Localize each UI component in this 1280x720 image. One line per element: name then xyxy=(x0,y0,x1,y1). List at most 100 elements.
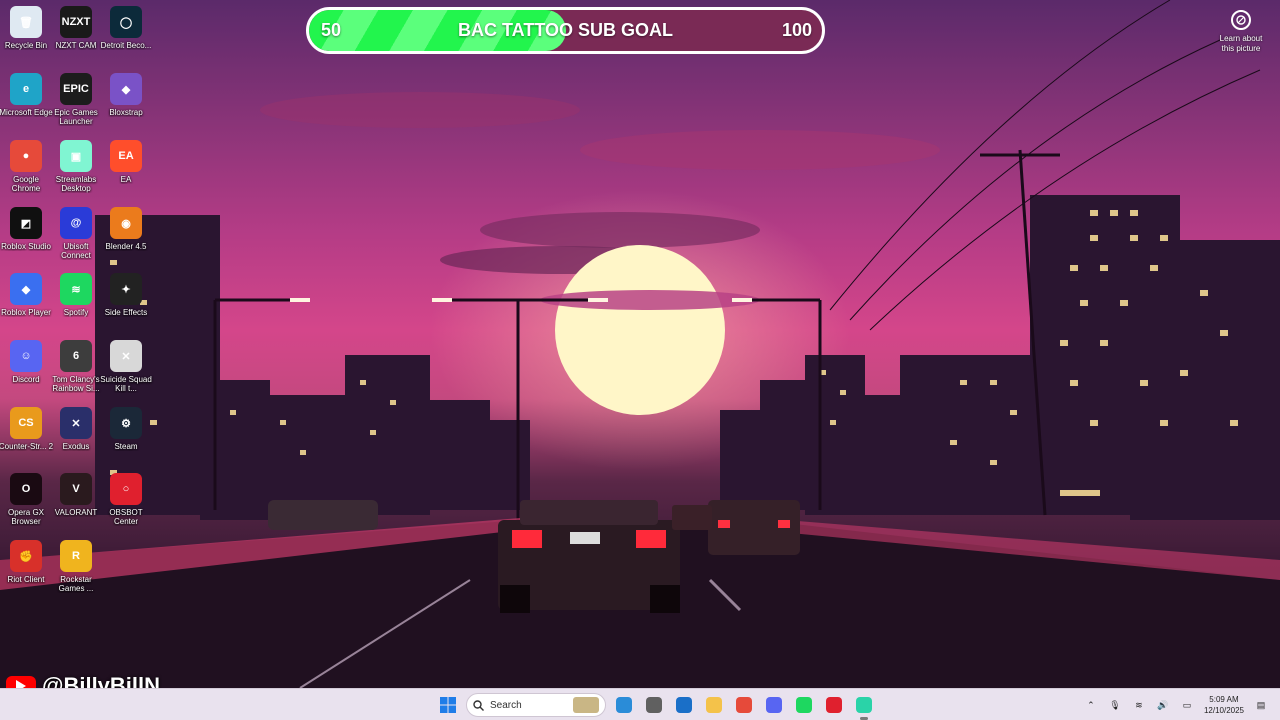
desktop-icon-spotify[interactable]: ≋ Spotify xyxy=(50,269,102,333)
recycle-bin-icon: 🗑 xyxy=(10,6,42,38)
clock-time: 5:09 AM xyxy=(1209,695,1239,704)
desktop-icon-discord[interactable]: ☺ Discord xyxy=(0,336,52,400)
desktop-icon-nzxt-cam[interactable]: NZXT NZXT CAM xyxy=(50,2,102,66)
desktop-icon-steam[interactable]: ⚙ Steam xyxy=(100,403,152,467)
desktop-icon-rainbow-six[interactable]: 6 Tom Clancy's Rainbow Si... xyxy=(50,336,102,400)
opera-icon xyxy=(826,697,842,713)
clock[interactable]: 5:09 AM 12/10/2025 xyxy=(1204,694,1244,716)
desktop-icon-opera-gx[interactable]: O Opera GX Browser xyxy=(0,469,52,533)
desktop-icon-label: Side Effects xyxy=(104,308,148,317)
chevron-up-icon[interactable]: ⌃ xyxy=(1084,698,1098,712)
desktop-icon-side-effects[interactable]: ✦ Side Effects xyxy=(100,269,152,333)
desktop-icon-counter-strike[interactable]: CS Counter-Str... 2 xyxy=(0,403,54,467)
taskbar-chrome[interactable] xyxy=(732,693,756,717)
search-placeholder: Search xyxy=(490,699,522,711)
desktop-icon-ubisoft[interactable]: @ Ubisoft Connect xyxy=(50,203,102,267)
desktop-icon-label: Streamlabs Desktop xyxy=(55,175,97,193)
discord-icon: ☺ xyxy=(10,340,42,372)
taskbar-mouse-app[interactable] xyxy=(642,693,666,717)
desktop-icon-label: Roblox Player xyxy=(1,308,51,317)
taskbar-photos[interactable] xyxy=(672,693,696,717)
desktop-icon-rockstar[interactable]: R Rockstar Games ... xyxy=(50,536,102,600)
detroit-icon: ◯ xyxy=(110,6,142,38)
microphone-icon[interactable]: 🎙 xyxy=(1108,698,1122,712)
desktop-icon-bloxstrap[interactable]: ◆ Bloxstrap xyxy=(100,69,152,133)
epic-games-icon: EPIC xyxy=(60,73,92,105)
desktop-icon-obsbot[interactable]: ○ OBSBOT Center xyxy=(100,469,152,533)
desktop-icon-label: OBSBOT Center xyxy=(109,508,143,526)
desktop-icon-label: Recycle Bin xyxy=(4,41,48,50)
desktop-icon-google-chrome[interactable]: ● Google Chrome xyxy=(0,136,52,200)
taskbar-file-explorer[interactable] xyxy=(612,693,636,717)
desktop-icon-label: Spotify xyxy=(63,308,89,317)
desktop-icon-roblox-studio[interactable]: ◩ Roblox Studio xyxy=(0,203,52,267)
photos-icon xyxy=(676,697,692,713)
desktop-icon-valorant[interactable]: V VALORANT xyxy=(50,469,102,533)
desktop-icon-label: Suicide Squad Kill t... xyxy=(100,375,152,393)
desktop-icon-label: VALORANT xyxy=(54,508,98,517)
taskbar-folder[interactable] xyxy=(702,693,726,717)
desktop-icon-label: Detroit Beco... xyxy=(100,41,152,50)
volume-icon[interactable]: 🔊 xyxy=(1156,698,1170,712)
battery-icon[interactable]: ▭ xyxy=(1180,698,1194,712)
suicide-squad-icon: ✕ xyxy=(110,340,142,372)
folder-icon xyxy=(706,697,722,713)
taskbar-streamlabs[interactable] xyxy=(852,693,876,720)
taskbar: Search ⌃ 🎙 ≋ 🔊 ▭ 5:09 AM 12/10/2025 ▤ xyxy=(0,688,1280,720)
sub-goal-end: 100 xyxy=(781,20,812,40)
microsoft-edge-icon: e xyxy=(10,73,42,105)
notification-icon[interactable]: ▤ xyxy=(1254,698,1268,712)
desktop-icon-microsoft-edge[interactable]: e Microsoft Edge xyxy=(0,69,53,133)
desktop-icon-label: Steam xyxy=(114,442,138,451)
desktop-icon-label: Riot Client xyxy=(7,575,45,584)
taskbar-discord[interactable] xyxy=(762,693,786,717)
desktop-icon-recycle-bin[interactable]: 🗑 Recycle Bin xyxy=(0,2,52,66)
desktop-wallpaper xyxy=(0,0,1280,688)
blender-icon: ◉ xyxy=(110,207,142,239)
bloxstrap-icon: ◆ xyxy=(110,73,142,105)
side-effects-icon: ✦ xyxy=(110,273,142,305)
spotify-icon: ≋ xyxy=(60,273,92,305)
desktop-icon-exodus[interactable]: ✕ Exodus xyxy=(50,403,102,467)
desktop-icon-label: Microsoft Edge xyxy=(0,108,53,117)
desktop-icon-epic-games[interactable]: EPIC Epic Games Launcher xyxy=(50,69,102,133)
desktop-icon-label: Exodus xyxy=(62,442,90,451)
desktop-icon-label: Discord xyxy=(12,375,40,384)
desktop-icon-label: Opera GX Browser xyxy=(7,508,44,526)
ea-icon: EA xyxy=(110,140,142,172)
desktop-icon-blender[interactable]: ◉ Blender 4.5 xyxy=(100,203,152,267)
rainbow-six-icon: 6 xyxy=(60,340,92,372)
taskbar-spotify[interactable] xyxy=(792,693,816,717)
sub-goal-title: BAC TATTOO SUB GOAL xyxy=(458,20,673,40)
desktop-icon-label: Google Chrome xyxy=(11,175,41,193)
counter-strike-icon: CS xyxy=(10,407,42,439)
riot-client-icon: ✊ xyxy=(10,540,42,572)
desktop-icon-label: NZXT CAM xyxy=(55,41,97,50)
windows-icon xyxy=(440,697,456,713)
exodus-icon: ✕ xyxy=(60,407,92,439)
sub-goal-bar: 50 BAC TATTOO SUB GOAL 100 xyxy=(306,7,825,54)
desktop-icon-ea[interactable]: EA EA xyxy=(100,136,152,200)
start-button[interactable] xyxy=(436,693,460,717)
desktop-icon-suicide-squad[interactable]: ✕ Suicide Squad Kill t... xyxy=(100,336,152,400)
ubisoft-icon: @ xyxy=(60,207,92,239)
taskbar-opera[interactable] xyxy=(822,693,846,717)
streamlabs-icon xyxy=(856,697,872,713)
desktop-icon-detroit[interactable]: ◯ Detroit Beco... xyxy=(100,2,152,66)
desktop-icon-riot-client[interactable]: ✊ Riot Client xyxy=(0,536,52,600)
rockstar-icon: R xyxy=(60,540,92,572)
roblox-player-icon: ◆ xyxy=(10,273,42,305)
desktop-icon-roblox-player[interactable]: ◆ Roblox Player xyxy=(0,269,52,333)
learn-about-picture[interactable]: Learn about this picture xyxy=(1214,10,1268,54)
discord-icon xyxy=(766,697,782,713)
desktop-icon-streamlabs[interactable]: ▣ Streamlabs Desktop xyxy=(50,136,102,200)
desktop-icon-label: EA xyxy=(120,175,132,184)
taskbar-search[interactable]: Search xyxy=(466,693,606,717)
opera-gx-icon: O xyxy=(10,473,42,505)
google-chrome-icon: ● xyxy=(10,140,42,172)
search-icon xyxy=(473,699,484,711)
wifi-icon[interactable]: ≋ xyxy=(1132,698,1146,712)
clock-date: 12/10/2025 xyxy=(1203,706,1244,715)
obsbot-icon: ○ xyxy=(110,473,142,505)
desktop-icon-label: Counter-Str... 2 xyxy=(0,442,54,451)
